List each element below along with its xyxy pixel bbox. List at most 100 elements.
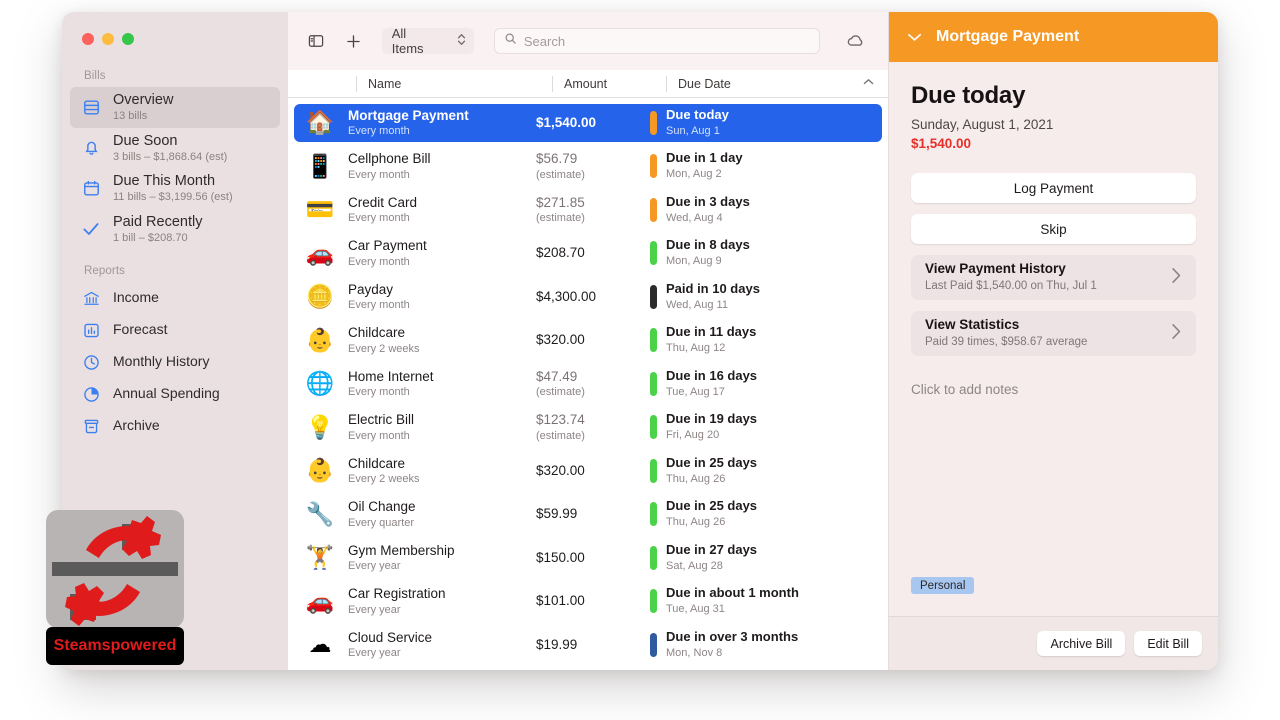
- bill-due-text: Due in 25 days Thu, Aug 26: [666, 455, 757, 486]
- table-row[interactable]: 📱 Cellphone Bill Every month $56.79 (estimat…: [288, 145, 888, 189]
- app-window: Bills Overview 13 bills Due Soon 3 bills…: [62, 12, 1218, 670]
- table-row[interactable]: 🔧 Oil Change Every quarter $59.99 Due in 25 …: [288, 493, 888, 537]
- bill-due-cell: Due in 25 days Thu, Aug 26: [650, 455, 876, 486]
- table-row[interactable]: 💡 Electric Bill Every month $123.74 (estimat…: [288, 406, 888, 450]
- bill-due-relative: Due in 27 days: [666, 541, 758, 557]
- sidebar-item-due-this-month[interactable]: Due This Month 11 bills – $3,199.56 (est…: [70, 168, 280, 209]
- column-headers: Name Amount Due Date: [288, 70, 888, 98]
- filter-dropdown[interactable]: All Items: [381, 26, 474, 56]
- notes-field[interactable]: Click to add notes: [911, 382, 1196, 397]
- bill-due-relative: Due today: [666, 106, 729, 122]
- watermark-overlay: Steamspowered: [46, 510, 184, 665]
- bill-name-cell: Childcare Every 2 weeks: [340, 456, 536, 486]
- sidebar-item-title: Due This Month: [113, 173, 216, 190]
- cloud-sync-button[interactable]: [840, 27, 872, 55]
- bill-due-cell: Due in 19 days Fri, Aug 20: [650, 412, 876, 442]
- detail-due-date: Sunday, August 1, 2021: [911, 117, 1054, 132]
- column-header-name[interactable]: Name: [356, 75, 552, 92]
- bill-name: Car Registration: [348, 586, 446, 602]
- gear-logo-icon: [52, 516, 178, 626]
- bill-category-icon: 👶: [305, 326, 335, 353]
- bill-due-text: Due in 25 days Thu, Aug 26: [666, 499, 757, 529]
- sidebar-item-overview[interactable]: Overview 13 bills: [70, 87, 280, 128]
- bill-amount-estimate: (estimate): [536, 212, 585, 225]
- bill-amount-cell: $47.49 (estimate): [536, 369, 650, 399]
- bill-name-cell: Car Payment Every month: [340, 238, 536, 268]
- sidebar-item-forecast[interactable]: Forecast: [70, 314, 280, 346]
- status-pill: [650, 110, 657, 135]
- bill-amount: $208.70: [536, 245, 585, 261]
- view-payment-history-card[interactable]: View Payment History Last Paid $1,540.00…: [911, 255, 1196, 300]
- column-header-amount[interactable]: Amount: [552, 75, 666, 92]
- table-row[interactable]: 👶 Childcare Every 2 weeks $320.00 Due in 25 …: [288, 449, 888, 493]
- bill-amount: $56.79: [536, 151, 578, 167]
- table-row[interactable]: 🚗 Car Registration Every year $101.00 Due in…: [288, 580, 888, 624]
- table-row[interactable]: 🏋 Gym Membership Every year $150.00 Due in 2…: [288, 536, 888, 580]
- search-input[interactable]: [523, 33, 811, 49]
- status-pill: [650, 197, 657, 222]
- log-payment-button[interactable]: Log Payment: [911, 173, 1196, 203]
- sidebar-item-title: Monthly History: [113, 353, 210, 370]
- sort-ascending-icon: [863, 78, 874, 89]
- table-row[interactable]: 🏠 Mortgage Payment Every month $1,540.00 Due…: [288, 101, 888, 145]
- bill-due-cell: Due in 11 days Thu, Aug 12: [650, 325, 876, 355]
- sidebar-item-income[interactable]: Income: [70, 282, 280, 314]
- bill-due-cell: Due in over 3 months Mon, Nov 8: [650, 629, 876, 660]
- barchart-icon: [80, 319, 102, 341]
- bill-due-relative: Due in 11 days: [666, 324, 757, 340]
- bill-name-cell: Home Internet Every month: [340, 369, 536, 399]
- bill-due-text: Due in 1 day Mon, Aug 2: [666, 151, 743, 181]
- sidebar-item-monthly-history[interactable]: Monthly History: [70, 346, 280, 378]
- row-content: 📱 Cellphone Bill Every month $56.79 (estimat…: [294, 147, 882, 185]
- sidebar-section-bills-label: Bills: [84, 70, 106, 82]
- bill-due-text: Due today Sun, Aug 1: [666, 106, 729, 138]
- bill-due-cell: Due in 8 days Mon, Aug 9: [650, 238, 876, 268]
- table-row[interactable]: 👶 Childcare Every 2 weeks $320.00 Due in 11 …: [288, 319, 888, 363]
- bill-name: Electric Bill: [348, 412, 415, 428]
- bill-due-text: Due in 3 days Wed, Aug 4: [666, 194, 750, 225]
- close-button[interactable]: [82, 33, 94, 45]
- bill-category-icon: 📱: [305, 152, 335, 179]
- bill-amount: $59.99: [536, 506, 578, 522]
- skip-button[interactable]: Skip: [911, 214, 1196, 244]
- table-row[interactable]: 💳 Credit Card Every month $271.85 (estimate)…: [288, 188, 888, 232]
- bill-name: Cloud Service: [348, 629, 433, 645]
- bill-due-text: Paid in 10 days Wed, Aug 11: [666, 281, 760, 312]
- sidebar-item-archive[interactable]: Archive: [70, 410, 280, 442]
- chevron-down-icon[interactable]: [907, 29, 922, 46]
- minimize-button[interactable]: [102, 33, 114, 45]
- sidebar-toggle-button[interactable]: [302, 27, 330, 55]
- bill-amount: $1,540.00: [536, 114, 597, 130]
- column-header-due-date[interactable]: Due Date: [666, 75, 888, 92]
- sidebar-item-paid-recently[interactable]: Paid Recently 1 bill – $208.70: [70, 209, 280, 250]
- sidebar-item-title: Overview: [113, 92, 174, 108]
- view-statistics-card[interactable]: View Statistics Paid 39 times, $958.67 a…: [911, 311, 1196, 356]
- bill-due-cell: Due in 3 days Wed, Aug 4: [650, 194, 876, 225]
- search-field[interactable]: [493, 28, 821, 54]
- bill-name: Home Internet: [348, 368, 434, 384]
- archive-bill-button[interactable]: Archive Bill: [1037, 631, 1126, 656]
- bill-name-cell: Cellphone Bill Every month: [340, 151, 536, 181]
- sidebar-item-annual-spending[interactable]: Annual Spending: [70, 378, 280, 410]
- bill-category-icon: 🚗: [305, 587, 335, 614]
- status-pill: [650, 589, 657, 614]
- table-row[interactable]: 🌐 Home Internet Every month $47.49 (estimate…: [288, 362, 888, 406]
- sidebar-item-due-soon[interactable]: Due Soon 3 bills – $1,868.64 (est): [70, 128, 280, 169]
- row-content: 👶 Childcare Every 2 weeks $320.00 Due in 25 …: [294, 452, 882, 490]
- bill-amount: $47.49: [536, 368, 578, 384]
- bill-list[interactable]: 🏠 Mortgage Payment Every month $1,540.00 Due…: [288, 98, 888, 670]
- add-button[interactable]: [340, 27, 368, 55]
- bill-due-relative: Due in about 1 month: [666, 585, 799, 601]
- edit-bill-button[interactable]: Edit Bill: [1134, 631, 1202, 656]
- table-row[interactable]: ☁ Cloud Service Every year $19.99 Due in ove…: [288, 623, 888, 667]
- row-content: 🪙 Payday Every month $4,300.00 Paid in 10 da…: [294, 278, 882, 316]
- bill-frequency: Every year: [348, 560, 401, 573]
- zoom-button[interactable]: [122, 33, 134, 45]
- bill-name: Car Payment: [348, 238, 427, 254]
- detail-header[interactable]: Mortgage Payment: [889, 12, 1218, 62]
- table-row[interactable]: 🪙 Payday Every month $4,300.00 Paid in 10 da…: [288, 275, 888, 319]
- bill-name: Cellphone Bill: [348, 151, 431, 167]
- table-row[interactable]: 🚗 Car Payment Every month $208.70 Due in 8 d…: [288, 232, 888, 276]
- tag-personal[interactable]: Personal: [911, 577, 975, 594]
- bill-amount: $123.74: [536, 412, 585, 428]
